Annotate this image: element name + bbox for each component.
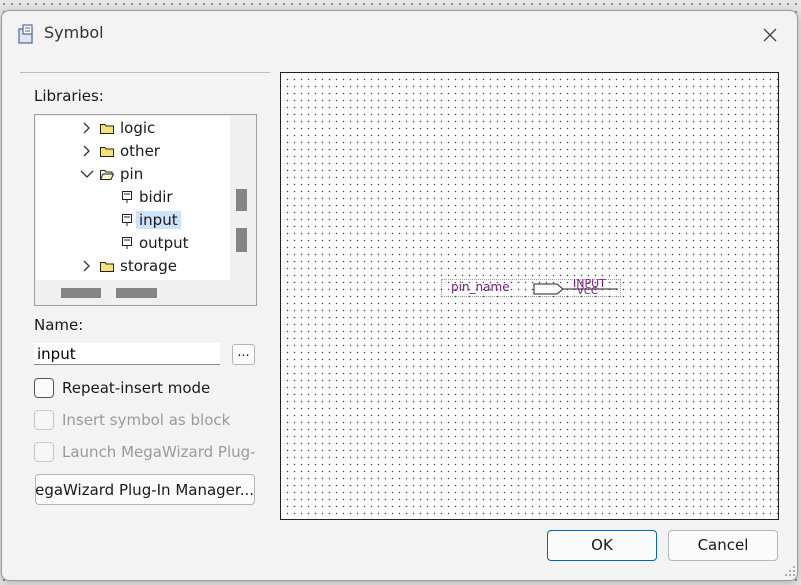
tree-item-label: logic [120, 119, 156, 137]
chevron-down-icon[interactable] [80, 167, 94, 181]
tree-item-label: output [139, 234, 189, 252]
name-label: Name: [34, 316, 84, 334]
vertical-scroll-thumb[interactable] [236, 228, 247, 252]
pin-default-text: VCC [577, 286, 598, 297]
tree-item-pin[interactable]: pin [80, 163, 143, 185]
insert-as-block-checkbox[interactable] [34, 410, 54, 430]
horizontal-scroll-thumb[interactable] [116, 288, 157, 298]
tree-item-label: input [136, 211, 181, 229]
chevron-right-icon[interactable] [80, 259, 94, 273]
libraries-tree-list: logic other pin bidir input output stora… [36, 116, 230, 280]
browse-button[interactable]: ... [232, 344, 255, 365]
pin-symbol-icon [122, 214, 132, 226]
symbol-app-icon [18, 24, 33, 44]
folder-icon [100, 146, 114, 157]
cancel-button[interactable]: Cancel [668, 530, 778, 561]
megawizard-manager-button[interactable]: MegaWizard Plug-In Manager... [35, 474, 255, 505]
vertical-scroll-thumb[interactable] [236, 189, 247, 211]
tree-item-storage[interactable]: storage [80, 255, 177, 277]
tree-item-label: pin [120, 165, 144, 183]
horizontal-scroll-thumb[interactable] [61, 288, 101, 298]
folder-icon [100, 123, 114, 134]
pin-symbol-icon [122, 191, 132, 203]
chevron-right-icon[interactable] [80, 144, 94, 158]
repeat-insert-label: Repeat-insert mode [62, 379, 211, 397]
resize-grip-icon[interactable] [784, 565, 796, 577]
pin-name-text: pin_name [451, 280, 510, 294]
tree-item-bidir[interactable]: bidir [120, 186, 173, 208]
tree-item-label: other [120, 142, 160, 160]
folder-open-icon [100, 169, 114, 180]
name-input[interactable] [34, 343, 220, 365]
insert-as-block-label: Insert symbol as block [62, 411, 231, 429]
launch-megawizard-checkbox[interactable] [34, 442, 54, 462]
divider [20, 72, 270, 73]
tree-item-output[interactable]: output [120, 232, 188, 254]
close-button[interactable] [752, 21, 788, 49]
launch-megawizard-label: Launch MegaWizard Plug-In [62, 443, 255, 461]
tree-item-label: bidir [139, 188, 173, 206]
repeat-insert-checkbox[interactable] [34, 378, 54, 398]
libraries-label: Libraries: [34, 87, 104, 105]
symbol-preview-canvas: pin_name INPUT VCC [280, 72, 779, 520]
folder-icon [100, 261, 114, 272]
tree-item-label: storage [120, 257, 177, 275]
close-icon [763, 28, 777, 42]
tree-item-input[interactable]: input [120, 209, 181, 231]
symbol-dialog: Symbol Libraries: logic other pin bidir … [1, 10, 798, 581]
chevron-right-icon[interactable] [80, 121, 94, 135]
tree-item-logic[interactable]: logic [80, 117, 155, 139]
libraries-tree[interactable]: logic other pin bidir input output stora… [34, 114, 257, 306]
pin-symbol-icon [122, 237, 132, 249]
ok-button[interactable]: OK [547, 530, 657, 561]
dialog-title: Symbol [44, 23, 104, 42]
launch-megawizard-label-clip: Launch MegaWizard Plug-In [62, 441, 255, 465]
tree-item-other[interactable]: other [80, 140, 160, 162]
megawizard-manager-button-label: MegaWizard Plug-In Manager... [35, 481, 254, 499]
